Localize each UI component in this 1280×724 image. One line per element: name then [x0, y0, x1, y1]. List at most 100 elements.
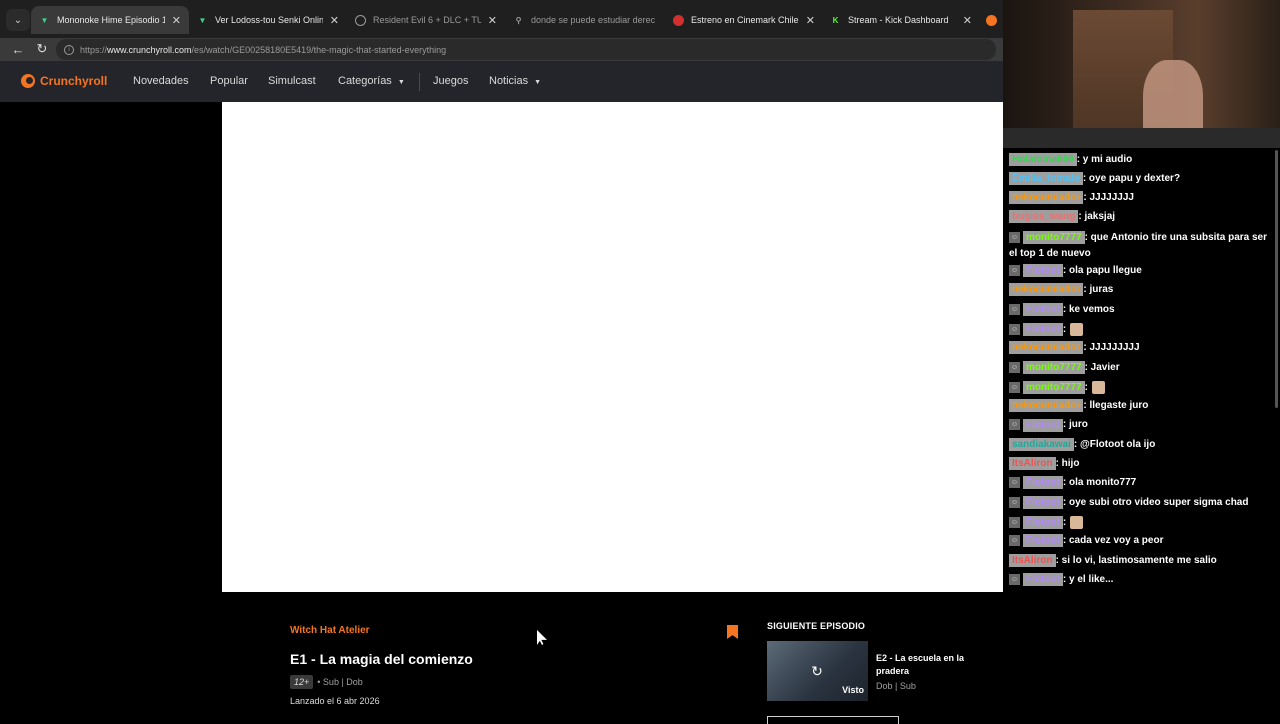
chat-username[interactable]: monito7777 — [1023, 380, 1085, 394]
chat-message: ☺ Flotoot: ke vemos — [1009, 302, 1115, 316]
replay-icon: ↻ — [811, 663, 823, 679]
reload-icon[interactable]: ↻ — [33, 40, 51, 58]
tab-label: Resident Evil 6 + DLC + TU – Legendary — [373, 15, 481, 25]
close-tab-icon[interactable]: ✕ — [330, 14, 339, 27]
audio-options: • Sub | Dob — [317, 677, 363, 687]
next-episode-heading: SIGUIENTE EPISODIO — [767, 621, 866, 631]
nav-label: Categorías — [338, 75, 392, 87]
chat-username[interactable]: Emilia_tomate — [1009, 172, 1083, 185]
chevron-down-icon: ▼ — [397, 79, 405, 86]
chat-username[interactable]: nekocumiador — [1009, 283, 1084, 297]
chat-text: : Javier — [1084, 361, 1120, 373]
tab-label: Ver Lodoss-tou Senki Online Sub Español — [215, 15, 323, 25]
chat-message: sandiakawai: @Flotoot ola ijo — [1009, 437, 1156, 451]
crunchyroll-icon — [986, 14, 997, 26]
tab-resident-evil[interactable]: Resident Evil 6 + DLC + TU – Legendary ✕ — [347, 6, 505, 34]
chat-text: : JJJJJJJJJ — [1083, 342, 1140, 354]
chat-username[interactable]: Flotoot — [1023, 495, 1063, 509]
more-episodes-button[interactable] — [767, 716, 899, 724]
close-tab-icon[interactable]: ✕ — [963, 14, 972, 27]
search-icon: ⚲ — [515, 15, 522, 25]
chat-text: : — [1084, 381, 1088, 393]
crunchyroll-logo[interactable]: Crunchyroll — [21, 74, 107, 88]
tab-label: Mononoke Hime Episodio 1 Sub Español — [57, 15, 165, 25]
chat-text: : ola papu llegue — [1062, 265, 1142, 277]
tab-mononoke[interactable]: ▼ Mononoke Hime Episodio 1 Sub Español ✕ — [31, 6, 189, 34]
tab-kick[interactable]: K Stream - Kick Dashboard ✕ — [822, 6, 980, 34]
chat-username[interactable]: Flotoot — [1023, 476, 1063, 490]
tab-crunchyroll[interactable] — [980, 6, 1003, 34]
chat-text: : hijo — [1055, 458, 1080, 469]
nav-simulcast[interactable]: Simulcast — [268, 75, 316, 87]
tab-cinemark[interactable]: Estreno en Cinemark Chile ✕ — [665, 6, 823, 34]
chat-text: : y mi audio — [1076, 154, 1133, 165]
chat-message: ☺ Flotoot: ola monito777 — [1009, 476, 1136, 490]
chat-username[interactable]: nekocumiador — [1009, 341, 1084, 355]
user-badge-icon: ☺ — [1009, 323, 1020, 335]
next-episode-thumbnail[interactable]: ↻ Visto — [767, 641, 868, 701]
cinemark-icon — [673, 14, 684, 26]
chat-username[interactable]: bugiss_wang — [1009, 210, 1079, 223]
chat-username[interactable]: Flotoot — [1023, 302, 1063, 316]
nav-categorias[interactable]: Categorías ▼ — [338, 75, 405, 87]
webcam-overlay — [1003, 0, 1280, 148]
nav-popular[interactable]: Popular — [210, 75, 248, 87]
nav-noticias[interactable]: Noticias ▼ — [489, 75, 541, 87]
kick-icon: K — [832, 15, 839, 25]
address-bar[interactable]: i https://www.crunchyroll.com/es/watch/G… — [56, 39, 996, 60]
close-tab-icon[interactable]: ✕ — [806, 14, 815, 27]
nav-label: Noticias — [489, 75, 529, 87]
user-badge-icon: ☺ — [1009, 419, 1020, 431]
episode-action-icons[interactable] — [290, 714, 360, 720]
chat-username[interactable]: ItsAliron — [1009, 457, 1056, 470]
chat-text: : si lo vi, lastimosamente me salio — [1055, 554, 1217, 566]
tab-label: Estreno en Cinemark Chile — [691, 15, 799, 25]
chat-username[interactable]: nekocumiador — [1009, 399, 1084, 413]
chat-username[interactable]: monito7777 — [1023, 360, 1085, 374]
chat-text: : @Flotoot ola ijo — [1073, 438, 1156, 450]
nav-juegos[interactable]: Juegos — [433, 75, 468, 87]
series-link[interactable]: Witch Hat Atelier — [290, 625, 370, 636]
chat-scrollbar[interactable] — [1275, 150, 1278, 408]
chat-username[interactable]: Flotoot — [1023, 534, 1063, 548]
rating-badge: 12+ — [290, 675, 314, 689]
tab-lodoss[interactable]: ▼ Ver Lodoss-tou Senki Online Sub Españo… — [189, 6, 347, 34]
chat-message: ItsAliron: hijo — [1009, 457, 1080, 470]
user-badge-icon: ☺ — [1009, 477, 1020, 489]
chat-message: ☺ Flotoot: oye subi otro video super sigm… — [1009, 495, 1248, 509]
close-tab-icon[interactable]: ✕ — [172, 14, 181, 27]
episode-title: E1 - La magia del comienzo — [290, 651, 473, 667]
url-text: https://www.crunchyroll.com/es/watch/GE0… — [80, 44, 447, 55]
animeflv-icon: ▼ — [198, 15, 207, 25]
emote-icon — [1091, 380, 1105, 394]
crunchyroll-logo-icon — [21, 74, 35, 88]
webcam-floor — [1003, 128, 1280, 148]
chat-message: ☺ Flotoot: ola papu llegue — [1009, 264, 1142, 278]
chat-username[interactable]: Holamina666 — [1009, 153, 1077, 166]
site-info-icon[interactable]: i — [64, 44, 74, 55]
chat-username[interactable]: Flotoot — [1023, 572, 1063, 586]
chat-username[interactable]: sandiakawai — [1009, 437, 1074, 451]
nav-novedades[interactable]: Novedades — [133, 75, 189, 87]
back-arrow-icon[interactable]: ← — [9, 40, 27, 58]
nav-divider — [419, 73, 420, 91]
close-tab-icon[interactable]: ✕ — [488, 14, 497, 27]
chat-message: ☺ Flotoot: — [1009, 322, 1084, 337]
tab-search-derecho[interactable]: ⚲ donde se puede estudiar derecho — [505, 6, 663, 34]
chat-username[interactable]: ItsAliron — [1009, 553, 1056, 567]
bookmark-icon[interactable] — [727, 625, 738, 639]
chat-text: : JJJJJJJJ — [1083, 192, 1134, 203]
user-badge-icon: ☺ — [1009, 496, 1020, 508]
chat-message: ItsAliron: si lo vi, lastimosamente me s… — [1009, 553, 1217, 567]
next-episode-title[interactable]: E2 - La escuela en la pradera — [876, 652, 986, 678]
chat-username[interactable]: Flotoot — [1023, 264, 1063, 278]
chat-message: nekocumiador: JJJJJJJJJ — [1009, 341, 1140, 355]
video-player[interactable] — [222, 102, 1003, 592]
tab-search-dropdown-icon[interactable]: ⌄ — [6, 9, 30, 31]
chat-username[interactable]: monito7777 — [1023, 231, 1085, 244]
chat-username[interactable]: Flotoot — [1023, 418, 1063, 432]
chat-username[interactable]: nekocumiador — [1009, 191, 1084, 204]
chat-username[interactable]: Flotoot — [1023, 323, 1063, 337]
chat-message: ☺ Flotoot: y el like... — [1009, 572, 1113, 586]
chat-username[interactable]: Flotoot — [1023, 516, 1063, 530]
